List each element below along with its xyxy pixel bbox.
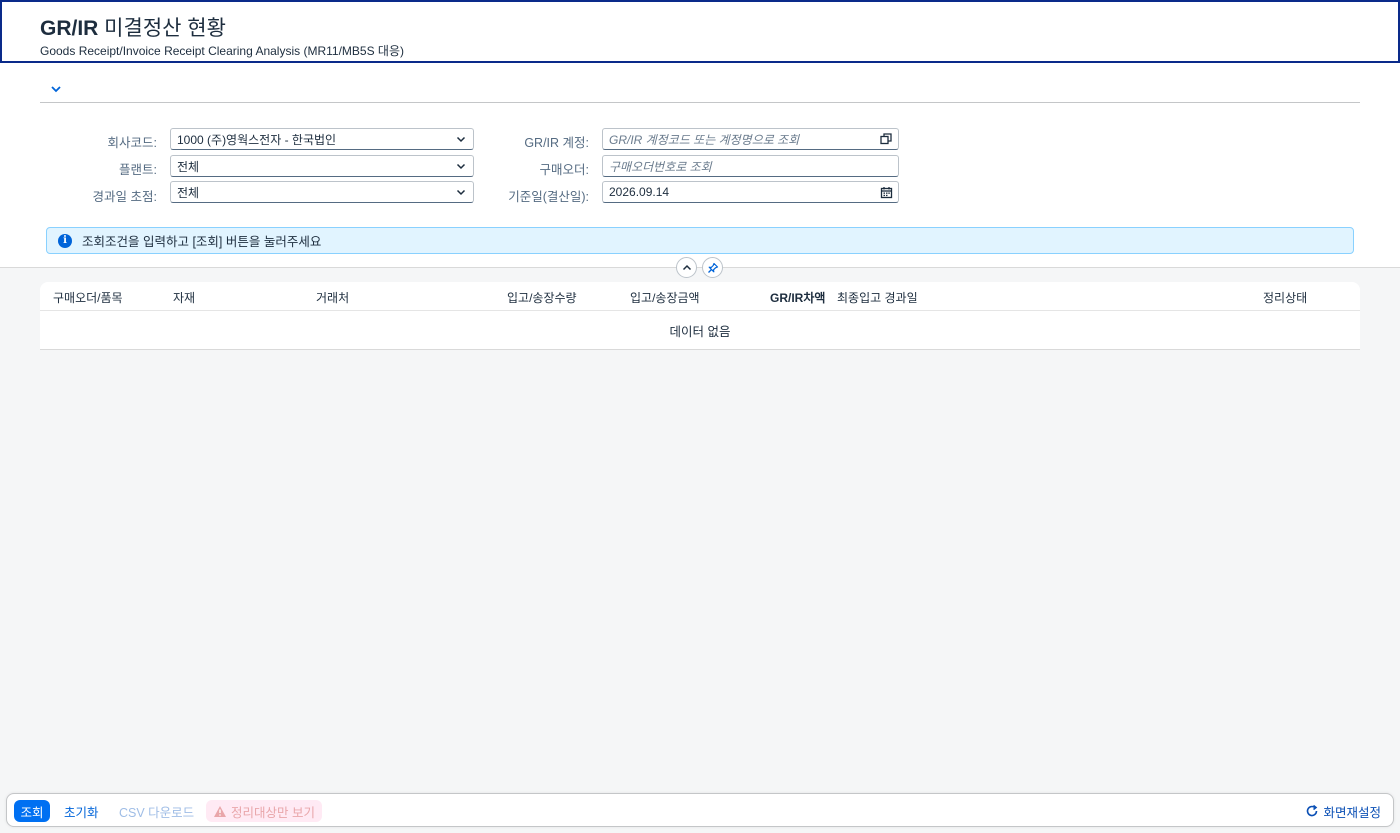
pin-icon: [707, 262, 718, 273]
grir-account-label: GR/IR 계정:: [524, 136, 589, 150]
plant-value: 전체: [177, 159, 200, 174]
chevron-down-icon: [449, 156, 473, 176]
chevron-down-icon: [449, 129, 473, 149]
company-code-select[interactable]: 1000 (주)영웍스전자 - 한국법인: [170, 128, 474, 150]
info-message-strip: i 조회조건을 입력하고 [조회] 버튼을 눌러주세요: [46, 227, 1354, 254]
purchase-order-input[interactable]: 구매오더번호로 조회: [602, 155, 899, 177]
company-code-value: 1000 (주)영웍스전자 - 한국법인: [177, 132, 337, 147]
column-header[interactable]: 입고/송장금액: [630, 289, 700, 306]
grir-account-placeholder: GR/IR 계정코드 또는 계정명으로 조회: [609, 132, 800, 147]
page-header: GR/IR 미결정산 현황 Goods Receipt/Invoice Rece…: [0, 0, 1400, 63]
refresh-icon: [1307, 804, 1318, 817]
chevron-down-icon[interactable]: [48, 81, 64, 97]
page-title-rest: 미결정산 현황: [98, 17, 226, 40]
aging-focus-select[interactable]: 전체: [170, 181, 474, 203]
aging-focus-value: 전체: [177, 185, 200, 200]
calendar-icon[interactable]: [874, 182, 898, 202]
search-button[interactable]: 조회: [14, 800, 50, 822]
key-date-picker[interactable]: 2026.09.14: [602, 181, 899, 203]
collapse-header-button[interactable]: [676, 257, 697, 278]
page-title-bold: GR/IR: [40, 17, 99, 40]
company-code-label: 회사코드:: [107, 136, 157, 150]
clearing-only-button[interactable]: 정리대상만 보기: [206, 800, 322, 822]
no-data-text: 데이터 없음: [40, 311, 1360, 350]
reset-button[interactable]: 초기화: [64, 800, 99, 822]
page-subtitle: Goods Receipt/Invoice Receipt Clearing A…: [40, 44, 405, 58]
column-header[interactable]: 정리상태: [1263, 289, 1307, 306]
pin-header-button[interactable]: [702, 257, 723, 278]
warning-icon: [214, 805, 226, 817]
csv-download-button[interactable]: CSV 다운로드: [119, 800, 194, 822]
table-header: 구매오더/품목 자재 거래처 입고/송장수량 입고/송장금액 GR/IR차액 최…: [40, 282, 1360, 311]
footer-toolbar: 조회 초기화 CSV 다운로드 정리대상만 보기 화면재설정: [6, 793, 1394, 827]
column-header[interactable]: 자재: [173, 289, 195, 306]
column-header[interactable]: 입고/송장수량: [507, 289, 577, 306]
results-table: 구매오더/품목 자재 거래처 입고/송장수량 입고/송장금액 GR/IR차액 최…: [40, 282, 1360, 350]
chevron-down-icon: [449, 182, 473, 202]
key-date-label: 기준일(결산일):: [508, 190, 589, 204]
info-icon: i: [58, 233, 72, 248]
column-header[interactable]: 거래처: [316, 289, 349, 306]
column-header[interactable]: 최종입고 경과일: [837, 289, 918, 306]
plant-label: 플랜트:: [119, 163, 157, 177]
purchase-order-label: 구매오더:: [539, 163, 589, 177]
purchase-order-placeholder: 구매오더번호로 조회: [609, 159, 712, 174]
key-date-value: 2026.09.14: [609, 185, 670, 199]
column-header[interactable]: 구매오더/품목: [53, 289, 123, 306]
aging-focus-label: 경과일 초점:: [92, 190, 157, 204]
filter-divider: [40, 102, 1360, 103]
refresh-layout-label: 화면재설정: [1323, 805, 1381, 820]
info-message-text: 조회조건을 입력하고 [조회] 버튼을 눌러주세요: [82, 235, 322, 249]
column-header[interactable]: GR/IR차액: [770, 289, 825, 306]
chevron-up-icon: [682, 264, 691, 270]
clearing-only-label: 정리대상만 보기: [231, 805, 315, 820]
refresh-layout-button[interactable]: 화면재설정: [1305, 800, 1381, 822]
value-help-icon[interactable]: [874, 129, 898, 149]
page-title: GR/IR 미결정산 현황: [40, 12, 226, 42]
filter-bar: 회사코드: 1000 (주)영웍스전자 - 한국법인 플랜트: 전체 경과일 초…: [0, 63, 1400, 268]
plant-select[interactable]: 전체: [170, 155, 474, 177]
grir-account-input[interactable]: GR/IR 계정코드 또는 계정명으로 조회: [602, 128, 899, 150]
